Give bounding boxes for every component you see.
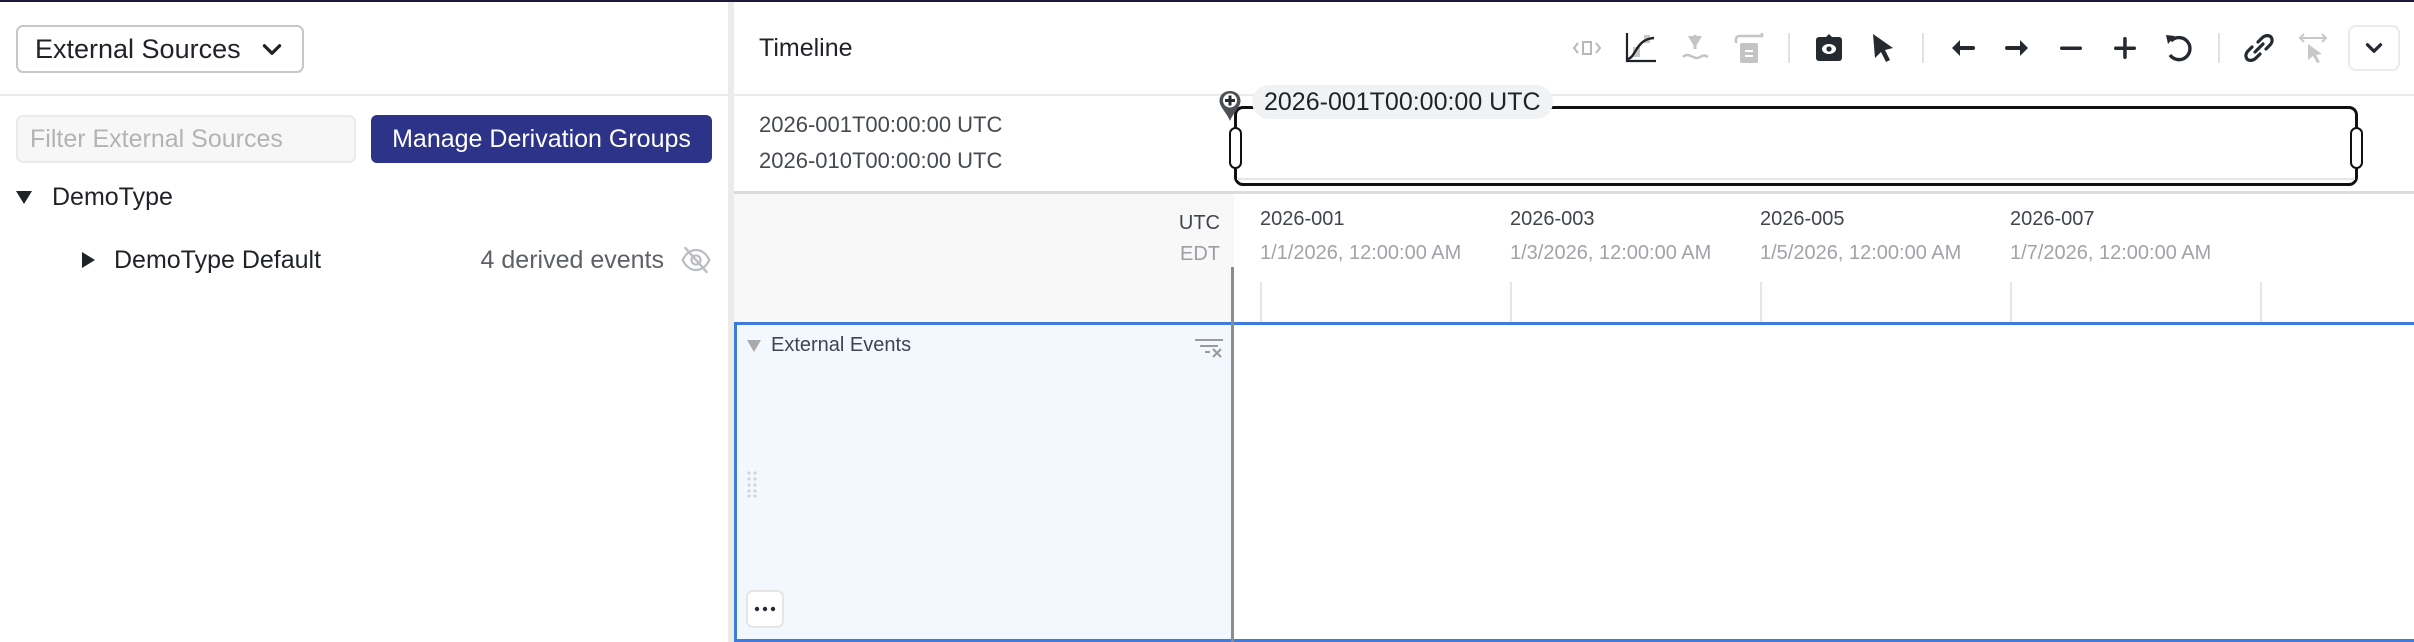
range-start-time: 2026-001T00:00:00 UTC bbox=[759, 112, 1003, 137]
axis-tick: 2026-005 1/5/2026, 12:00:00 AM bbox=[1760, 208, 1961, 265]
camera-eye-icon bbox=[1816, 34, 1842, 61]
timeline-row-external-events[interactable]: External Events bbox=[734, 322, 2414, 642]
row-collapse-caret-icon bbox=[747, 339, 761, 352]
axis-tick: 2026-007 1/7/2026, 12:00:00 AM bbox=[2010, 208, 2211, 265]
row-layout-button[interactable] bbox=[1726, 25, 1772, 71]
chart-line-icon bbox=[1625, 33, 1656, 63]
brush-handle-right[interactable] bbox=[2350, 127, 2363, 169]
zoom-in-button[interactable] bbox=[2102, 25, 2148, 71]
timeline-toolbar bbox=[1560, 24, 2400, 72]
pan-right-button[interactable] bbox=[1994, 25, 2040, 71]
row-title-toggle[interactable]: External Events bbox=[747, 334, 911, 357]
arrow-left-icon bbox=[1952, 40, 1975, 56]
arrow-right-icon bbox=[2005, 40, 2028, 56]
time-axis: UTC EDT 2026-001 1/1/2026, 12:00:00 AM 2… bbox=[734, 194, 2414, 322]
row-options-button[interactable] bbox=[746, 590, 784, 628]
link-timelines-button[interactable] bbox=[2236, 25, 2282, 71]
timeline-panel: Timeline 2026-001T00:00:00 UTC 2026-010T… bbox=[734, 2, 2414, 642]
merge-down-button[interactable] bbox=[1672, 25, 1718, 71]
collapsed-caret-icon bbox=[82, 252, 95, 268]
tick-utc-label: 2026-001 bbox=[1260, 208, 1345, 230]
tick-local-label: 1/3/2026, 12:00:00 AM bbox=[1510, 242, 1712, 264]
external-sources-panel: External Sources Manage Derivation Group… bbox=[0, 2, 728, 642]
chart-line-button[interactable] bbox=[1618, 25, 1664, 71]
map-pin-plus-icon[interactable] bbox=[1218, 90, 1242, 122]
expanded-caret-icon bbox=[16, 190, 32, 204]
row-title: External Events bbox=[771, 334, 912, 356]
timezone-primary: UTC bbox=[1178, 212, 1220, 234]
time-cursor-line[interactable] bbox=[1231, 267, 1234, 642]
chevron-down-icon bbox=[2365, 43, 2383, 53]
pan-left-button[interactable] bbox=[1940, 25, 1986, 71]
derived-events-count: 4 derived events bbox=[480, 245, 664, 274]
toolbar-overflow-menu[interactable] bbox=[2348, 25, 2400, 71]
snapshot-button[interactable] bbox=[1806, 25, 1852, 71]
reset-icon bbox=[2166, 35, 2192, 62]
toolbar-separator bbox=[1788, 33, 1790, 63]
brush-handle-left[interactable] bbox=[1229, 127, 1242, 169]
panel-selector-label: External Sources bbox=[35, 33, 241, 64]
panel-selector-dropdown[interactable]: External Sources bbox=[16, 25, 304, 73]
link-icon bbox=[2244, 34, 2274, 62]
tick-local-label: 1/7/2026, 12:00:00 AM bbox=[2010, 242, 2212, 264]
row-content-area[interactable] bbox=[1234, 325, 2414, 639]
timeline-editor-icon bbox=[1572, 41, 1602, 55]
reset-view-button[interactable] bbox=[2156, 25, 2202, 71]
row-header: External Events bbox=[737, 325, 1234, 639]
more-horizontal-icon bbox=[754, 606, 776, 612]
pointer-icon bbox=[1873, 34, 1893, 62]
tick-local-label: 1/5/2026, 12:00:00 AM bbox=[1760, 242, 1962, 264]
zoom-out-icon bbox=[2060, 46, 2082, 50]
drag-handle-icon[interactable] bbox=[746, 470, 758, 498]
axis-tick: 2026-001 1/1/2026, 12:00:00 AM bbox=[1260, 208, 1461, 265]
axis-tick: 2026-003 1/3/2026, 12:00:00 AM bbox=[1510, 208, 1711, 265]
axis-timezone-labels: UTC EDT bbox=[734, 194, 1234, 322]
tick-utc-label: 2026-003 bbox=[1510, 208, 1595, 230]
cursor-sync-icon bbox=[2298, 33, 2328, 63]
brush-track bbox=[1237, 178, 2355, 180]
toolbar-separator bbox=[2218, 33, 2220, 63]
eye-off-icon[interactable] bbox=[680, 244, 712, 276]
toolbar-separator bbox=[1922, 33, 1924, 63]
time-cursor-label: 2026-001T00:00:00 UTC bbox=[1252, 85, 1553, 119]
tree-node-label: DemoType bbox=[52, 182, 173, 211]
chevron-down-icon bbox=[262, 44, 281, 55]
tree-node-demotype-default[interactable]: DemoType Default 4 derived events bbox=[82, 242, 712, 278]
timeline-title: Timeline bbox=[759, 34, 853, 62]
timeline-editor-button[interactable] bbox=[1564, 25, 1610, 71]
zoom-in-icon bbox=[2114, 37, 2136, 59]
cursor-sync-button[interactable] bbox=[2290, 25, 2336, 71]
timeline-range-brush-row: 2026-001T00:00:00 UTC 2026-010T00:00:00 … bbox=[734, 98, 2414, 194]
manage-derivation-groups-button[interactable]: Manage Derivation Groups bbox=[371, 115, 712, 163]
timezone-secondary: EDT bbox=[1180, 243, 1220, 265]
tick-local-label: 1/1/2026, 12:00:00 AM bbox=[1260, 242, 1462, 264]
range-end-time: 2026-010T00:00:00 UTC bbox=[759, 148, 1003, 173]
zoom-out-button[interactable] bbox=[2048, 25, 2094, 71]
filter-external-sources-input[interactable] bbox=[16, 115, 356, 163]
tree-node-demotype[interactable]: DemoType bbox=[16, 179, 173, 215]
tick-utc-label: 2026-005 bbox=[1760, 208, 1845, 230]
panel-header: External Sources bbox=[0, 2, 728, 96]
merge-down-icon bbox=[1682, 35, 1709, 60]
timeline-header: Timeline bbox=[734, 2, 2414, 96]
tree-node-label: DemoType Default bbox=[114, 245, 322, 274]
select-pointer-button[interactable] bbox=[1860, 25, 1906, 71]
tick-utc-label: 2026-007 bbox=[2010, 208, 2095, 230]
row-layout-icon bbox=[1734, 33, 1764, 63]
filter-clear-icon[interactable] bbox=[1194, 337, 1224, 359]
